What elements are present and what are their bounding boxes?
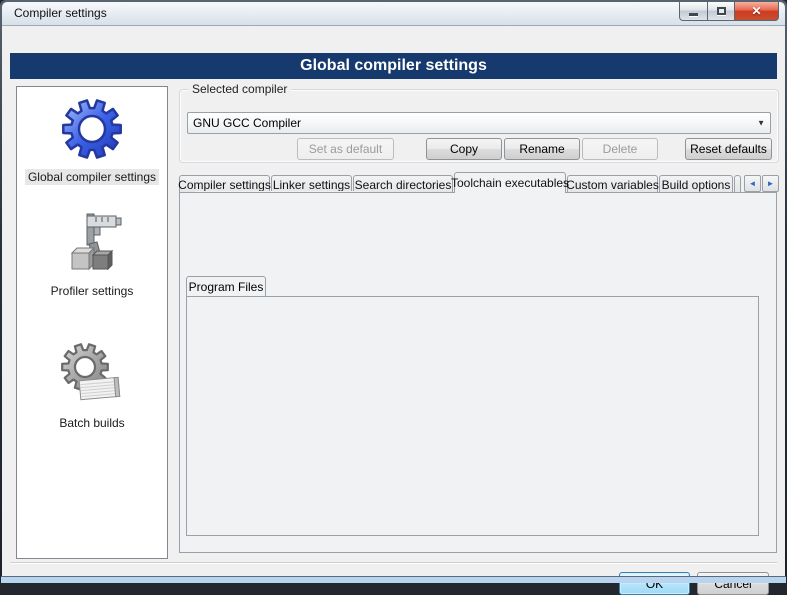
compiler-select[interactable]: GNU GCC Compiler ▼ bbox=[187, 112, 771, 134]
tab-build-options[interactable]: Build options bbox=[659, 175, 733, 193]
sidebar-item-global-compiler-settings[interactable]: Global compiler settings bbox=[17, 97, 167, 185]
maximize-button[interactable] bbox=[707, 2, 735, 21]
tab-toolchain-executables[interactable]: Toolchain executables bbox=[454, 172, 566, 193]
sidebar-item-profiler-settings[interactable]: Profiler settings bbox=[17, 211, 167, 299]
window-title: Compiler settings bbox=[14, 6, 107, 20]
dialog-client-area: Global compiler settings Global compiler… bbox=[2, 26, 785, 576]
chevron-down-icon: ▼ bbox=[757, 119, 765, 128]
window-controls: ✕ bbox=[679, 2, 779, 21]
sidebar-item-label: Profiler settings bbox=[48, 283, 137, 299]
close-icon: ✕ bbox=[751, 4, 761, 18]
set-as-default-button[interactable]: Set as default bbox=[297, 138, 394, 160]
footer-divider bbox=[10, 562, 777, 564]
titlebar[interactable]: Compiler settings bbox=[2, 2, 785, 26]
compiler-settings-window: Compiler settings ✕ Global compiler sett… bbox=[0, 0, 787, 583]
maximize-icon bbox=[717, 7, 726, 15]
gray-gear-papers-icon bbox=[60, 343, 124, 407]
tab-scroll-left-icon[interactable]: ◄ bbox=[744, 175, 761, 192]
tab-partial[interactable] bbox=[734, 175, 741, 193]
minimize-button[interactable] bbox=[679, 2, 708, 21]
rename-button[interactable]: Rename bbox=[504, 138, 580, 160]
reset-defaults-button[interactable]: Reset defaults bbox=[685, 138, 772, 160]
sidebar: Global compiler settings bbox=[16, 86, 168, 559]
window-bottom-frame bbox=[1, 576, 786, 583]
copy-button[interactable]: Copy bbox=[426, 138, 502, 160]
minimize-icon bbox=[689, 13, 698, 16]
program-files-page bbox=[186, 296, 759, 536]
sidebar-item-label: Batch builds bbox=[56, 415, 127, 431]
page-title: Global compiler settings bbox=[10, 53, 777, 79]
delete-button[interactable]: Delete bbox=[582, 138, 658, 160]
tab-custom-variables[interactable]: Custom variables bbox=[567, 175, 658, 193]
subtab-program-files[interactable]: Program Files bbox=[186, 276, 266, 296]
caliper-icon bbox=[60, 211, 124, 275]
sidebar-item-batch-builds[interactable]: Batch builds bbox=[17, 343, 167, 431]
tab-scroll-right-icon[interactable]: ► bbox=[762, 175, 779, 192]
blue-gear-icon bbox=[60, 97, 124, 161]
sidebar-item-label: Global compiler settings bbox=[25, 169, 159, 185]
selected-compiler-group-label: Selected compiler bbox=[188, 82, 291, 96]
close-button[interactable]: ✕ bbox=[734, 2, 779, 21]
compiler-select-value: GNU GCC Compiler bbox=[193, 116, 301, 130]
